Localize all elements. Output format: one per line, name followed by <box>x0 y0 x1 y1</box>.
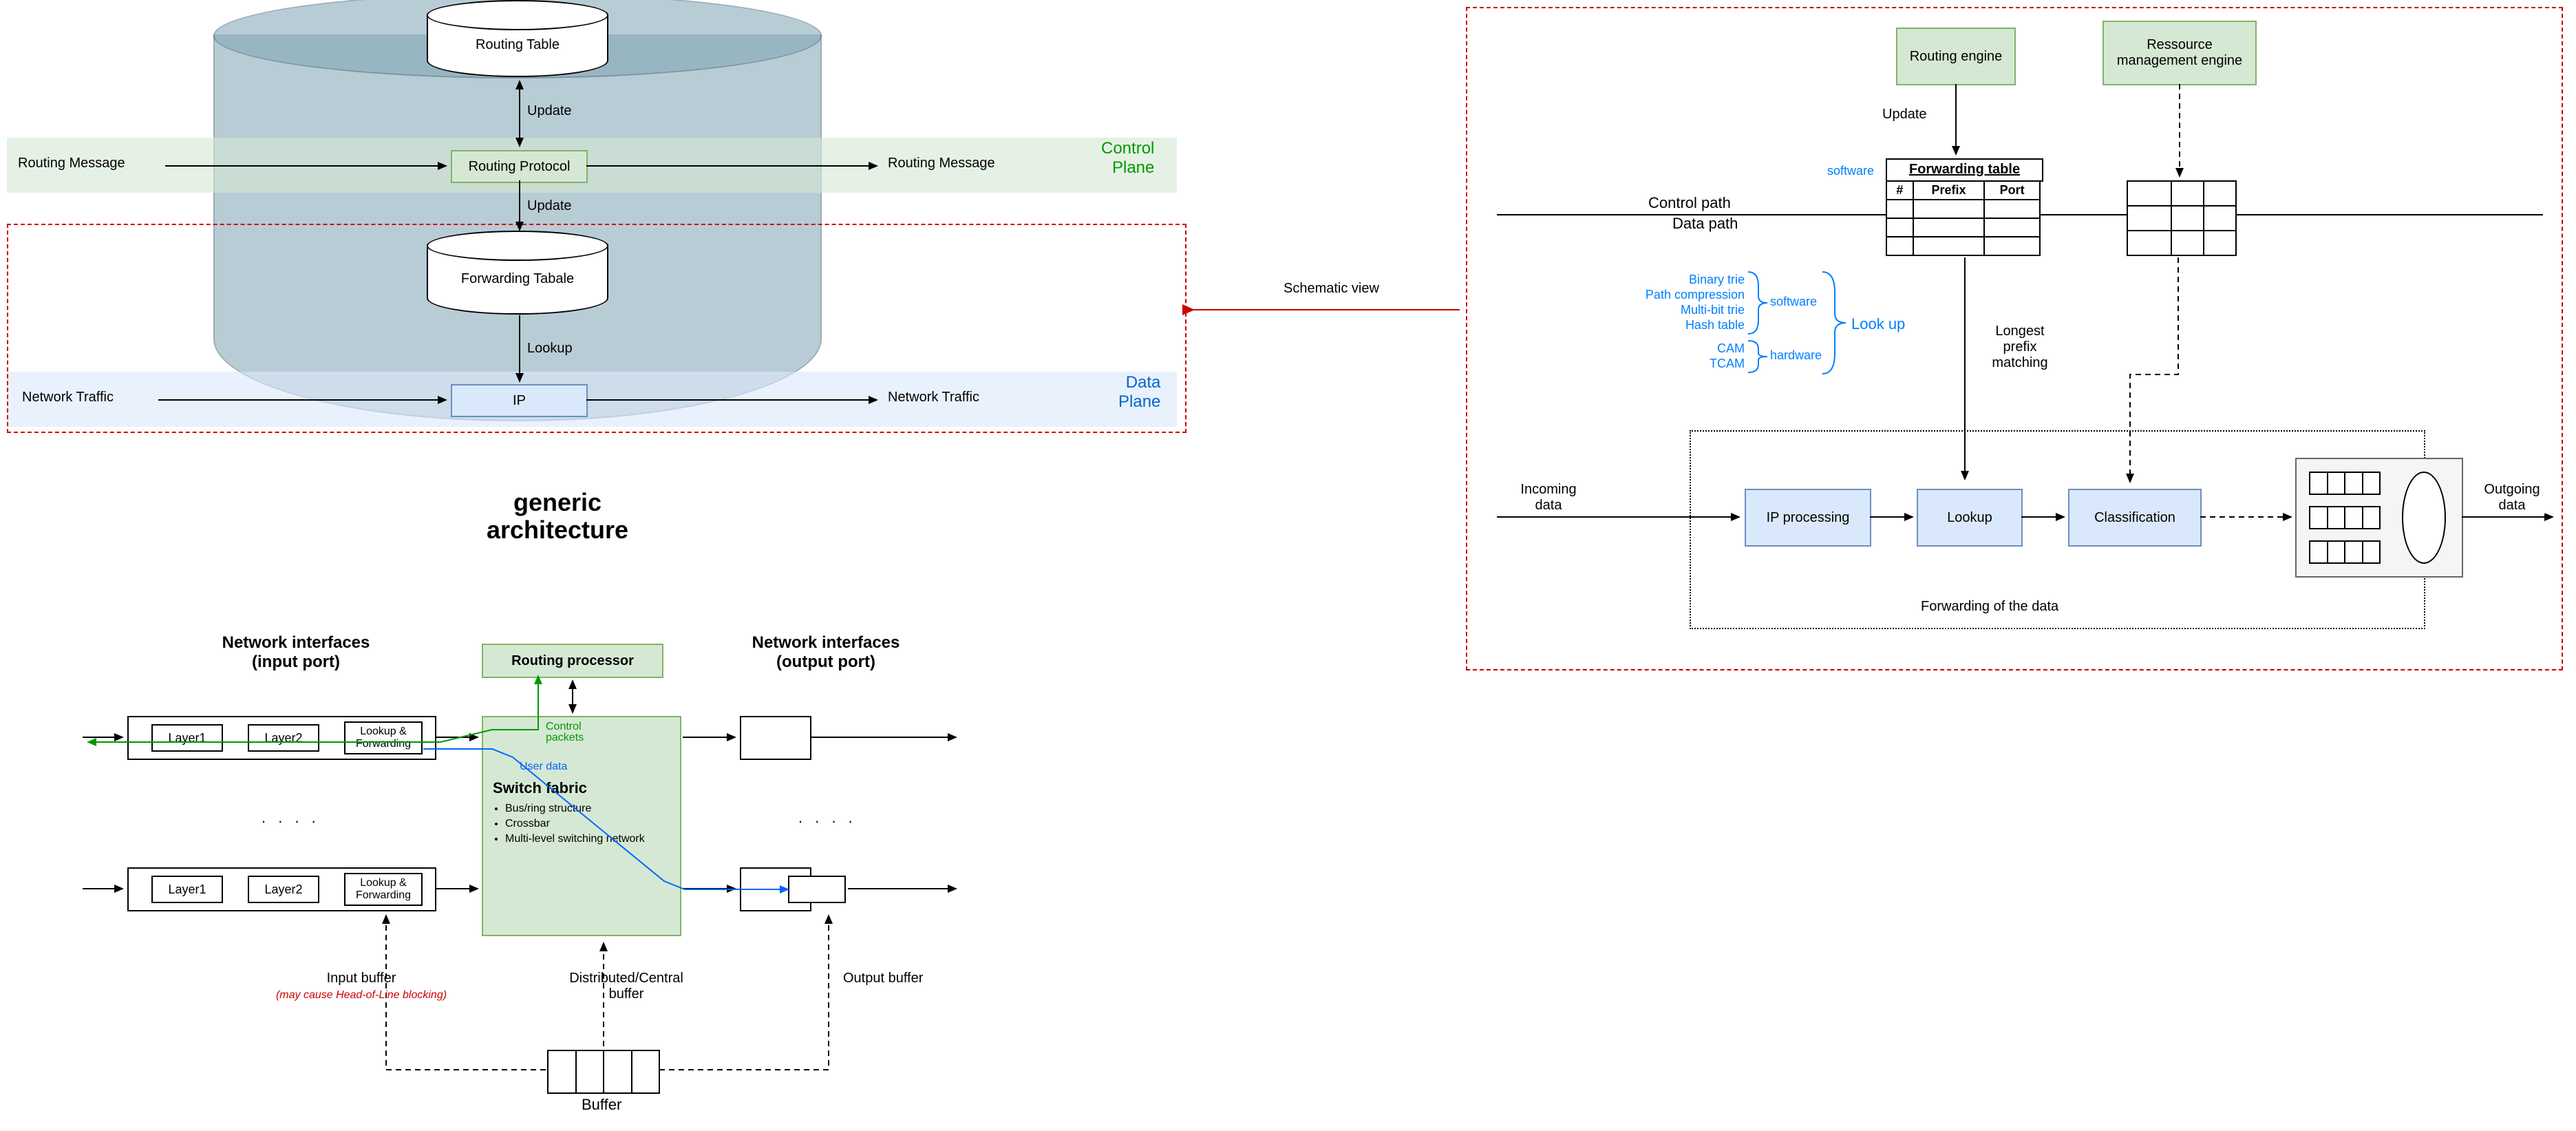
lookup-hw-list: CAMTCAM <box>1628 341 1745 371</box>
out2-right-arrow <box>848 884 961 894</box>
routing-engine-label: Routing engine <box>1910 49 2003 65</box>
routing-table-label: Routing Table <box>476 37 560 53</box>
rt-rp-arrow <box>515 77 524 151</box>
control-packets-label: Control packets <box>546 721 594 743</box>
outgoing-arrow <box>2462 512 2558 522</box>
longest-prefix-label: Longest prefix matching <box>1979 324 2061 371</box>
out-buffer-2 <box>2309 506 2381 529</box>
sw-brace-label: software <box>1770 295 1817 309</box>
rm-out-arrow <box>586 161 882 171</box>
switch-ellipse <box>2402 472 2446 564</box>
schematic-view-arrow <box>1188 299 1463 320</box>
in2-layer1: Layer1 <box>151 876 223 903</box>
forwarding-table-label: Forwarding Tabale <box>461 271 574 287</box>
lookup-label: Lookup <box>527 341 573 357</box>
nt-out-arrow <box>586 395 882 405</box>
sw-brace <box>1748 272 1769 334</box>
lookup-box-label: Lookup <box>1947 510 1992 526</box>
incoming-arrow <box>1497 512 1745 522</box>
out2-inner <box>788 876 846 903</box>
in2-left-arrow <box>83 884 128 894</box>
ip-label: IP <box>513 393 526 409</box>
resource-engine-box: Ressource management engine <box>2103 21 2257 85</box>
lookup-brace <box>1822 272 1847 374</box>
in2-lookup: Lookup & Forwarding <box>344 873 423 906</box>
schematic-view-label: Schematic view <box>1284 281 1379 297</box>
network-traffic-in: Network Traffic <box>22 390 114 405</box>
routing-table-cylinder-top <box>427 0 608 30</box>
ft-col-hash: # <box>1886 181 1913 200</box>
hw-brace-label: hardware <box>1770 348 1822 363</box>
sf-out1-arrow <box>683 732 741 742</box>
data-path-label: Data path <box>1672 215 1738 233</box>
dist-buffer-label: Distributed/Central buffer <box>551 971 702 1002</box>
update-label-2: Update <box>527 198 572 214</box>
ft-ip-arrow <box>515 315 524 387</box>
ip-lookup-arrow <box>1870 512 1918 522</box>
forwarding-caption: Forwarding of the data <box>1917 599 2063 615</box>
out-buffer-3 <box>2309 540 2381 564</box>
class-switch-arrow <box>2200 512 2297 522</box>
out-buffer-1 <box>2309 472 2381 495</box>
routing-engine-box: Routing engine <box>1896 28 2016 85</box>
classification-label: Classification <box>2094 510 2175 526</box>
lookup-brace-label: Look up <box>1851 315 1905 333</box>
input-buffer-label: Input buffer (may cause Head-of-Line blo… <box>255 971 468 1002</box>
ip-processing-box: IP processing <box>1745 489 1871 547</box>
hw-brace <box>1748 341 1769 372</box>
resource-engine-label: Ressource management engine <box>2104 37 2255 69</box>
ip-box: IP <box>451 384 588 417</box>
buffer-box <box>547 1050 660 1094</box>
forwarding-table-header: Forwarding table <box>1886 158 2043 182</box>
re-ft-arrow <box>1951 84 1961 160</box>
control-path-label: Control path <box>1648 194 1731 212</box>
update-label-1: Update <box>527 103 572 119</box>
resource-grid <box>2127 180 2237 256</box>
user-data-path <box>423 743 795 895</box>
rme-grid-arrow <box>2175 84 2184 182</box>
out1-right-arrow <box>810 732 961 742</box>
routing-protocol-box: Routing Protocol <box>451 150 588 183</box>
control-packets-path <box>83 668 544 743</box>
ft-col-port: Port <box>1984 181 2040 200</box>
buffer-label: Buffer <box>582 1096 621 1114</box>
control-plane-label: ControlPlane <box>1101 139 1154 178</box>
incoming-data-label: Incoming data <box>1511 482 1586 514</box>
routing-processor-label: Routing processor <box>511 653 634 669</box>
rp-sf-arrow <box>568 677 577 718</box>
in2-layer2: Layer2 <box>248 876 319 903</box>
network-traffic-out: Network Traffic <box>888 390 979 405</box>
classification-box: Classification <box>2068 489 2202 547</box>
ft-col-prefix: Prefix <box>1913 181 1984 200</box>
rp-ft-arrow <box>515 180 524 235</box>
output-buffer-label: Output buffer <box>843 971 923 986</box>
generic-arch-title: genericarchitecture <box>413 489 702 544</box>
ip-processing-label: IP processing <box>1767 510 1850 526</box>
lookup-sw-list: Binary triePath compressionMulti-bit tri… <box>1628 272 1745 332</box>
outgoing-data-label: Outgoing data <box>2474 482 2550 514</box>
routing-message-out: Routing Message <box>888 156 995 171</box>
data-plane-label: DataPlane <box>1118 373 1160 412</box>
out-dots: . . . . <box>798 809 857 827</box>
lookup-class-arrow <box>2021 512 2069 522</box>
in-dots: . . . . <box>262 809 320 827</box>
routing-protocol-label: Routing Protocol <box>469 159 571 175</box>
output-ports-header: Network interfaces(output port) <box>723 633 929 672</box>
forwarding-table-grid: #PrefixPort <box>1886 180 2041 256</box>
software-tag: software <box>1827 164 1874 178</box>
routing-message-in: Routing Message <box>18 156 125 171</box>
input-ports-header: Network interfaces(input port) <box>193 633 399 672</box>
lookup-box: Lookup <box>1917 489 2023 547</box>
right-update-label: Update <box>1882 107 1927 123</box>
